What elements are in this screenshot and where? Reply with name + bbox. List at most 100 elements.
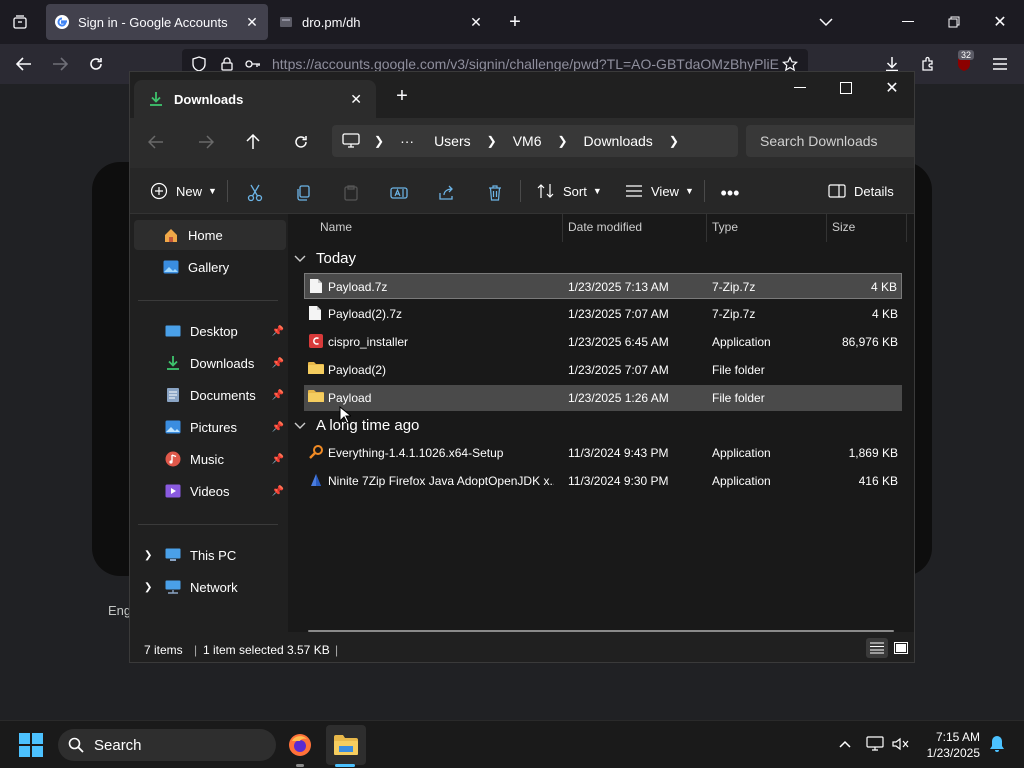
column-type[interactable]: Type: [712, 220, 738, 234]
chevron-right-icon[interactable]: ❯: [144, 550, 152, 561]
chevron-up-icon[interactable]: [834, 733, 856, 755]
close-tab-icon[interactable]: ✕: [464, 10, 488, 34]
file-row[interactable]: Ninite 7Zip Firefox Java AdoptOpenJDK x.…: [304, 468, 902, 494]
back-icon[interactable]: [144, 130, 168, 154]
nav-documents[interactable]: Documents 📌: [134, 380, 286, 410]
nav-network[interactable]: ❯ Network: [134, 572, 286, 602]
tab-overview-icon[interactable]: [8, 10, 32, 34]
maximize-icon[interactable]: [834, 76, 858, 100]
cut-icon[interactable]: [243, 181, 267, 205]
column-date[interactable]: Date modified: [568, 220, 642, 234]
restore-icon[interactable]: [942, 10, 966, 34]
close-window-icon[interactable]: ✕: [988, 10, 1012, 34]
nav-music[interactable]: Music 📌: [134, 444, 286, 474]
column-name[interactable]: Name: [320, 220, 352, 234]
new-tab-icon[interactable]: +: [390, 84, 414, 108]
file-row[interactable]: Payload.7z 1/23/2025 7:13 AM 7-Zip.7z 4 …: [304, 273, 902, 299]
search-input[interactable]: Search Downloads: [746, 125, 914, 157]
nav-this-pc[interactable]: ❯ This PC: [134, 540, 286, 570]
nav-home[interactable]: Home: [134, 220, 286, 250]
chevron-right-icon[interactable]: ❯: [551, 134, 573, 148]
view-button[interactable]: View ▼: [625, 177, 694, 205]
forward-icon[interactable]: [48, 52, 72, 76]
forward-icon[interactable]: [194, 130, 218, 154]
file-explorer-taskbar-icon[interactable]: [326, 725, 366, 765]
breadcrumb-vm6[interactable]: VM6: [503, 133, 552, 149]
column-divider[interactable]: [906, 214, 907, 242]
chevron-right-icon[interactable]: ❯: [481, 134, 503, 148]
more-options-icon[interactable]: •••: [718, 181, 742, 205]
close-tab-icon[interactable]: ✕: [350, 91, 362, 108]
nav-downloads[interactable]: Downloads 📌: [134, 348, 286, 378]
breadcrumb-downloads[interactable]: Downloads: [574, 133, 663, 149]
column-divider[interactable]: [826, 214, 827, 242]
refresh-icon[interactable]: [289, 130, 313, 154]
copy-icon[interactable]: [291, 181, 315, 205]
start-windows-icon[interactable]: [18, 732, 44, 758]
large-icons-view-icon[interactable]: [890, 638, 912, 658]
details-button[interactable]: Details: [828, 177, 894, 205]
paste-icon[interactable]: [339, 181, 363, 205]
sort-button[interactable]: Sort ▼: [537, 177, 602, 205]
file-row[interactable]: Payload(2).7z 1/23/2025 7:07 AM 7-Zip.7z…: [304, 301, 902, 327]
language-selector[interactable]: Eng: [108, 603, 131, 618]
nav-label: Videos: [190, 483, 230, 499]
extensions-icon[interactable]: [916, 52, 940, 76]
chevron-right-icon[interactable]: ❯: [663, 134, 685, 148]
tab-google-signin[interactable]: Sign in - Google Accounts ✕: [46, 4, 268, 40]
network-status-icon[interactable]: [864, 733, 886, 755]
new-button[interactable]: New ▼: [150, 177, 217, 205]
pc-icon: [164, 546, 182, 564]
more-crumbs-icon[interactable]: ···: [390, 133, 424, 149]
nav-desktop[interactable]: Desktop 📌: [134, 316, 286, 346]
breadcrumb-users[interactable]: Users: [424, 133, 481, 149]
notification-bell-icon[interactable]: [986, 733, 1008, 755]
column-divider[interactable]: [706, 214, 707, 242]
column-size[interactable]: Size: [832, 220, 855, 234]
share-icon[interactable]: [435, 181, 459, 205]
file-row[interactable]: Payload 1/23/2025 1:26 AM File folder: [304, 385, 902, 411]
file-row[interactable]: cispro_installer 1/23/2025 6:45 AM Appli…: [304, 329, 902, 355]
nav-pictures[interactable]: Pictures 📌: [134, 412, 286, 442]
list-tabs-icon[interactable]: [814, 10, 838, 34]
delete-icon[interactable]: [483, 181, 507, 205]
explorer-tab-downloads[interactable]: Downloads ✕: [134, 80, 376, 118]
chevron-down-icon[interactable]: [294, 422, 308, 430]
nav-gallery[interactable]: Gallery: [134, 252, 286, 282]
reload-icon[interactable]: [84, 52, 108, 76]
minimize-icon[interactable]: [788, 76, 812, 100]
group-header-today[interactable]: Today: [294, 250, 356, 267]
group-header-long-ago[interactable]: A long time ago: [294, 417, 419, 434]
pin-icon[interactable]: 📌: [272, 390, 284, 401]
close-window-icon[interactable]: ✕: [880, 76, 904, 100]
minimize-icon[interactable]: [896, 10, 920, 34]
file-size: 1,869 KB: [848, 446, 898, 460]
file-type: 7-Zip.7z: [712, 307, 756, 321]
back-icon[interactable]: [12, 52, 36, 76]
pin-icon[interactable]: 📌: [272, 326, 284, 337]
tab-dropm[interactable]: dro.pm/dh ✕: [270, 4, 492, 40]
system-clock[interactable]: 7:15 AM 1/23/2025: [927, 729, 980, 761]
file-row[interactable]: Payload(2) 1/23/2025 7:07 AM File folder: [304, 357, 902, 383]
chevron-right-icon[interactable]: ❯: [360, 134, 390, 148]
breadcrumb[interactable]: ❯ ··· Users ❯ VM6 ❯ Downloads ❯: [332, 125, 738, 157]
up-icon[interactable]: [241, 130, 265, 154]
firefox-icon[interactable]: [286, 731, 314, 759]
chevron-right-icon[interactable]: ❯: [144, 582, 152, 593]
menu-icon[interactable]: [988, 52, 1012, 76]
rename-icon[interactable]: [387, 181, 411, 205]
pin-icon[interactable]: 📌: [272, 486, 284, 497]
chevron-down-icon[interactable]: [294, 255, 308, 263]
taskbar-search[interactable]: Search: [58, 729, 276, 761]
pin-icon[interactable]: 📌: [272, 358, 284, 369]
doc-icon: [309, 278, 325, 294]
nav-videos[interactable]: Videos 📌: [134, 476, 286, 506]
column-divider[interactable]: [562, 214, 563, 242]
pin-icon[interactable]: 📌: [272, 422, 284, 433]
volume-muted-icon[interactable]: [890, 733, 912, 755]
file-row[interactable]: Everything-1.4.1.1026.x64-Setup 11/3/202…: [304, 440, 902, 466]
close-tab-icon[interactable]: ✕: [240, 10, 264, 34]
new-tab-icon[interactable]: +: [503, 10, 527, 34]
pin-icon[interactable]: 📌: [272, 454, 284, 465]
details-view-icon[interactable]: [866, 638, 888, 658]
